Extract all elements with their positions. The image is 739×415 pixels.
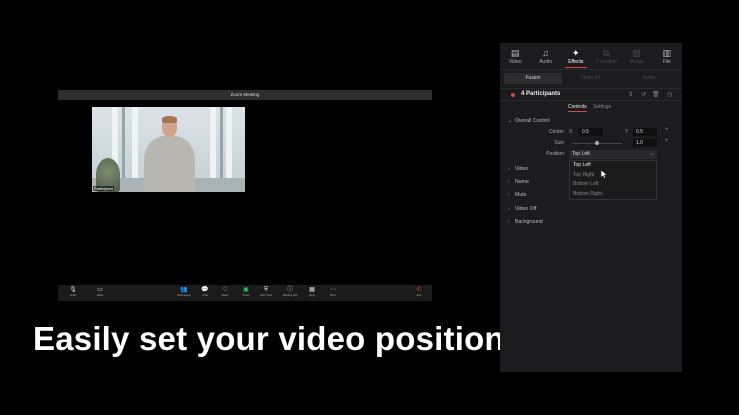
person-hair [162, 116, 177, 123]
apps-button[interactable]: ▦ Apps [304, 286, 320, 300]
effects-subtabs: Fusion Open FX Audio [504, 73, 678, 84]
mouse-cursor-icon [601, 170, 608, 179]
video-off-section[interactable]: › Video Off [508, 206, 536, 212]
headline-text: Easily set your video position [33, 320, 505, 357]
share-screen-button[interactable]: ▣ Share [238, 286, 254, 300]
x-label: X [569, 129, 573, 135]
audio-button[interactable]: 🎙 Audio [65, 286, 81, 300]
apps-icon: ▦ [309, 287, 315, 293]
subtab-audio[interactable]: Audio [620, 73, 678, 84]
mute-section[interactable]: › Mute [508, 192, 527, 198]
end-meeting-button[interactable]: ✆ End [411, 286, 427, 300]
subtab-fusion[interactable]: Fusion [504, 73, 562, 84]
video-section[interactable]: › Video [508, 166, 528, 172]
tab-settings[interactable]: Settings [593, 104, 611, 110]
tab-transition[interactable]: ⧉ Transition [591, 43, 621, 69]
inspector-tabs: ▤ Video ♫ Audio ✦ Effects ⧉ Transition ▨… [500, 43, 682, 70]
size-slider-handle[interactable] [595, 141, 599, 145]
chat-button[interactable]: 💬 Chat [197, 286, 213, 300]
control-tabs: Controls Settings [568, 104, 616, 112]
add-keyframe-icon[interactable]: + [665, 138, 669, 144]
participant-video[interactable]: Participant [92, 107, 245, 192]
host-tools-button[interactable]: ⛨ Host Tools [258, 286, 274, 300]
tab-controls[interactable]: Controls [568, 104, 587, 112]
reorder-icon[interactable]: ⇕ [628, 91, 633, 98]
people-icon: 👥 [180, 287, 188, 293]
subtab-open-fx[interactable]: Open FX [562, 73, 620, 84]
info-icon: ⓘ [286, 287, 293, 293]
center-y-input[interactable]: 0.5 [633, 128, 657, 136]
transition-icon: ⧉ [602, 48, 610, 58]
file-icon: ▥ [662, 48, 672, 58]
leave-icon: ✆ [416, 287, 422, 293]
position-label: Position [546, 151, 564, 157]
option-top-left[interactable]: Top Left [570, 161, 656, 171]
delete-icon[interactable]: 🗑 [652, 91, 660, 98]
option-top-right[interactable]: Top Right [570, 171, 656, 181]
y-label: Y [625, 129, 629, 135]
effect-title: 4 Participants [521, 91, 561, 97]
chevron-right-icon: › [508, 192, 510, 198]
magic-wand-icon: ✦ [572, 48, 580, 58]
history-icon[interactable]: ◷ [667, 91, 672, 98]
option-bottom-left[interactable]: Bottom Left [570, 180, 656, 190]
tab-audio[interactable]: ♫ Audio [530, 43, 560, 69]
participant-name-label: Participant [93, 186, 114, 191]
more-button[interactable]: ⋯ More [325, 286, 341, 300]
tab-effects[interactable]: ✦ Effects [561, 43, 591, 69]
size-input[interactable]: 1.0 [633, 139, 657, 147]
person-body [144, 136, 195, 192]
center-x-input[interactable]: 0.5 [579, 128, 603, 136]
effect-enable-toggle[interactable] [511, 93, 515, 97]
zoom-toolbar: 🎙 Audio ▭ Video 👥 Participants 💬 Chat ♡ … [58, 285, 432, 301]
position-select[interactable]: Top Left ⌄ [569, 150, 657, 159]
zoom-title-bar: Zoom Meeting [58, 90, 432, 100]
share-screen-icon: ▣ [243, 287, 249, 293]
meeting-info-button[interactable]: ⓘ Meeting Info [282, 286, 298, 300]
effect-header: 4 Participants ⇕ ↺ 🗑 ◷ [500, 88, 682, 101]
name-section[interactable]: › Name [508, 179, 529, 185]
overall-control-section[interactable]: ⌄ Overall Control [508, 118, 550, 124]
tab-file[interactable]: ▥ File [652, 43, 682, 69]
zoom-window: Zoom Meeting Participant 🎙 Audio ▭ Video… [58, 90, 432, 301]
size-label: Size [554, 140, 564, 146]
position-dropdown: Top Left Top Right Bottom Left Bottom Ri… [569, 160, 657, 200]
chevron-right-icon: › [508, 219, 510, 225]
video-button[interactable]: ▭ Video [92, 286, 108, 300]
chevron-right-icon: › [508, 166, 510, 172]
more-icon: ⋯ [330, 287, 336, 293]
chevron-down-icon: ⌄ [508, 118, 513, 124]
microphone-icon: 🎙 [69, 287, 77, 293]
tab-video[interactable]: ▤ Video [500, 43, 530, 69]
chevron-right-icon: › [508, 206, 510, 212]
center-label: Center [548, 129, 564, 135]
add-keyframe-icon[interactable]: + [665, 127, 669, 133]
shield-icon: ⛨ [263, 287, 269, 293]
chevron-right-icon: › [508, 179, 510, 185]
participants-button[interactable]: 👥 Participants [176, 286, 192, 300]
react-button[interactable]: ♡ React [217, 286, 233, 300]
music-note-icon: ♫ [542, 48, 549, 58]
chat-icon: 💬 [201, 287, 209, 293]
heart-icon: ♡ [222, 287, 228, 293]
camera-icon: ▭ [97, 287, 103, 293]
background-section[interactable]: › Background [508, 219, 543, 225]
image-icon: ▨ [632, 48, 641, 58]
option-bottom-right[interactable]: Bottom Right [570, 190, 656, 200]
chevron-down-icon: ⌄ [649, 151, 654, 157]
reset-icon[interactable]: ↺ [641, 91, 646, 98]
tab-image[interactable]: ▨ Image [621, 43, 651, 69]
video-icon: ▤ [510, 48, 520, 58]
